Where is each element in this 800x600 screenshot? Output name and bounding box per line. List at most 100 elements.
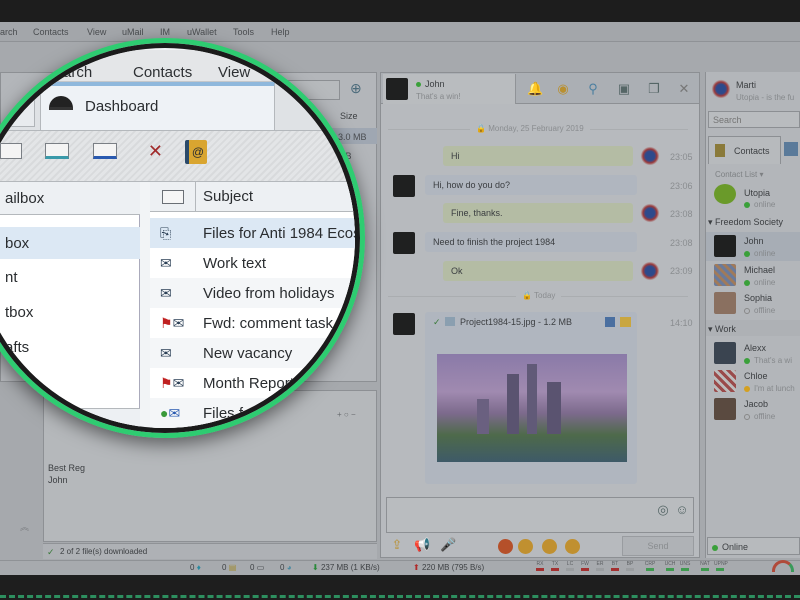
reply-all-icon[interactable]: [45, 143, 69, 159]
folder-inbox[interactable]: box: [5, 227, 140, 261]
chat-contact-header[interactable]: John That's a win!: [383, 74, 516, 104]
forward-envelope-icon: ●✉: [160, 405, 181, 421]
megaphone-icon[interactable]: 📢: [414, 538, 430, 552]
menu-tools[interactable]: Tools: [233, 27, 254, 37]
upload-file-icon[interactable]: ⇪: [390, 538, 404, 552]
message-time: 23:09: [670, 266, 693, 276]
message-input[interactable]: [386, 497, 694, 533]
led-light-icon: [611, 568, 619, 571]
menu-search[interactable]: arch: [0, 27, 18, 37]
message-time: 23:08: [670, 209, 693, 219]
message-row[interactable]: ⚑✉ Month Report: [150, 368, 355, 398]
contact-status: online: [754, 278, 776, 287]
message-row[interactable]: ✉ Video from holidays: [150, 278, 355, 308]
save-icon[interactable]: [605, 317, 615, 327]
contact-list-dropdown[interactable]: Contact List ▾: [715, 170, 763, 179]
delete-mail-icon[interactable]: ✕: [139, 141, 163, 163]
file-message[interactable]: ✓ Project1984-15.jpg - 1.2 MB: [425, 312, 637, 484]
user-status[interactable]: Utopia - is the fu: [736, 93, 794, 102]
menu-help[interactable]: Help: [271, 27, 290, 37]
magnifier-ring: arch Contacts View Dashboard ✕ @ ailbox …: [0, 43, 360, 433]
tab-home[interactable]: [0, 87, 35, 127]
tab-channels-icon[interactable]: [784, 142, 798, 156]
contact-name[interactable]: Utopia: [744, 188, 770, 198]
indicator-bt: BT: [609, 561, 621, 571]
open-folder-icon[interactable]: [620, 317, 631, 327]
add-contact-icon[interactable]: ◉: [556, 82, 570, 96]
image-preview[interactable]: [437, 354, 627, 462]
group-work[interactable]: ▾ Work: [708, 324, 736, 335]
windows-icon[interactable]: ❐: [647, 82, 661, 96]
folder-sent[interactable]: nt: [5, 261, 140, 295]
expand-chevron-icon[interactable]: ︽: [20, 520, 29, 533]
folder-drafts[interactable]: afts: [5, 331, 140, 365]
menu-view[interactable]: View: [87, 27, 106, 37]
menu-im[interactable]: IM: [160, 27, 170, 37]
contact-status: That's a wi: [754, 356, 792, 365]
forward-icon[interactable]: [93, 143, 117, 159]
led-light-icon: [716, 568, 724, 571]
menu-uwallet[interactable]: uWallet: [187, 27, 217, 37]
contact-name[interactable]: Jacob: [744, 399, 768, 409]
led-light-icon: [681, 568, 689, 571]
menu-contacts[interactable]: Contacts: [33, 27, 69, 37]
contact-name[interactable]: Alexx: [744, 343, 766, 353]
menu-search[interactable]: arch: [63, 64, 92, 81]
contact-status: online: [754, 249, 776, 258]
message-row[interactable]: ⚑✉ Fwd: comment task 21: [150, 308, 355, 338]
menu-view[interactable]: View: [218, 64, 250, 81]
online-dot-icon: [416, 82, 421, 88]
message-row[interactable]: ✉ Work text: [150, 248, 355, 278]
address-book-icon[interactable]: @: [185, 140, 207, 164]
indicator-crp: CRP: [644, 561, 656, 571]
size-column-header[interactable]: Size: [340, 111, 358, 121]
preview-line: John: [48, 475, 68, 485]
neutral-emoji[interactable]: [542, 539, 557, 554]
message-row[interactable]: ✉ New vacancy: [150, 338, 355, 368]
presence-selector[interactable]: Online: [707, 537, 800, 555]
contacts-search-input[interactable]: [708, 111, 800, 128]
my-avatar: [639, 145, 661, 167]
today-separator: 🔒 Today: [516, 291, 562, 300]
menu-umail[interactable]: uMail: [122, 27, 144, 37]
group-freedom-society[interactable]: ▾ Freedom Society: [708, 217, 783, 228]
contact-name[interactable]: Sophia: [744, 293, 772, 303]
user-avatar[interactable]: [710, 78, 732, 100]
message-time: 14:10: [670, 318, 693, 328]
close-icon[interactable]: ✕: [677, 82, 691, 96]
collapse-chevron-icon[interactable]: ︽: [119, 415, 133, 428]
contact-name[interactable]: John: [744, 236, 764, 246]
emoji-icon[interactable]: ☺: [675, 503, 689, 517]
bell-icon[interactable]: 🔔: [527, 82, 543, 96]
contact-name[interactable]: Michael: [744, 265, 775, 275]
message-list-header: Subject: [150, 182, 355, 212]
tab-dashboard[interactable]: Dashboard: [40, 82, 275, 130]
phone-icon[interactable]: ▣: [617, 82, 631, 96]
message-row[interactable]: ●✉ Files for new m: [150, 398, 355, 428]
microphone-icon[interactable]: 🎤: [440, 538, 456, 552]
menu-contacts[interactable]: Contacts: [133, 64, 192, 81]
folder-outbox[interactable]: tbox: [5, 296, 140, 330]
tab-dashboard-label: Dashboard: [85, 98, 159, 115]
reply-icon[interactable]: [0, 143, 22, 159]
contact-status: offline: [754, 306, 776, 315]
tab-contacts[interactable]: Contacts: [708, 136, 781, 164]
send-button[interactable]: Send: [622, 536, 694, 556]
message-row[interactable]: ⎘ Files for Anti 1984 Ecos: [150, 218, 355, 248]
lock-icon: 🔒: [476, 124, 486, 133]
contact-name[interactable]: Chloe: [744, 371, 768, 381]
smile-emoji[interactable]: [565, 539, 580, 554]
status-dot-icon: [744, 307, 750, 314]
subject-column-header[interactable]: Subject: [203, 188, 253, 205]
folder-trash[interactable]: ash: [5, 366, 140, 400]
contact-status: online: [754, 200, 776, 209]
led-light-icon: [581, 568, 589, 571]
download-traffic: ⬇ 237 MB (1 KB/s): [312, 563, 380, 572]
sad-emoji[interactable]: [518, 539, 533, 554]
envelope-column-icon[interactable]: [162, 190, 184, 204]
search-icon[interactable]: ⚲: [586, 82, 600, 96]
contact-card-icon[interactable]: ◎: [656, 503, 670, 517]
date-separator: 🔒 Monday, 25 February 2019: [470, 124, 590, 133]
angry-emoji[interactable]: [498, 539, 513, 554]
tab-contacts-label: Contacts: [734, 146, 770, 156]
